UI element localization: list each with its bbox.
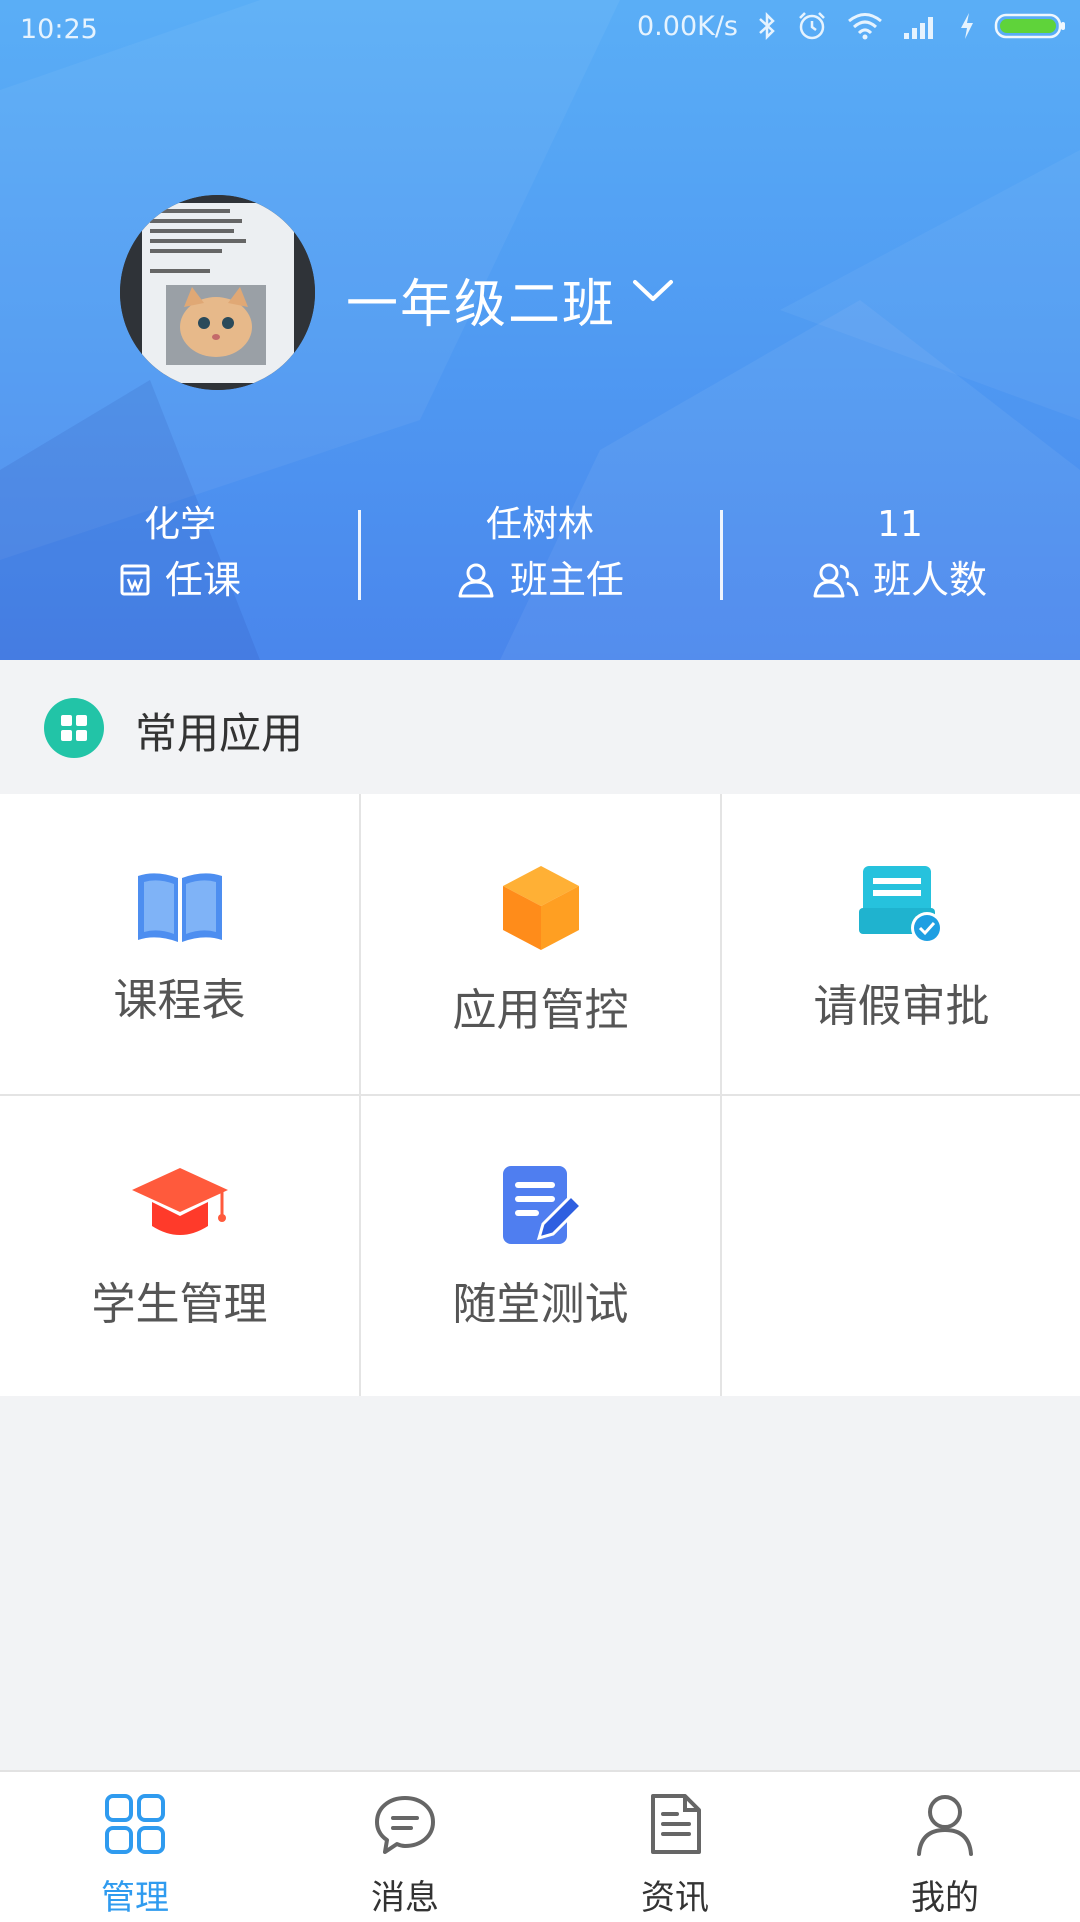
app-label: 应用管控	[452, 985, 629, 1036]
stat-class-size-label: 班人数	[872, 558, 987, 602]
stat-class-size: 11 班人数	[720, 500, 1080, 610]
app-label: 学生管理	[91, 1279, 268, 1330]
tab-label: 资讯	[641, 1878, 709, 1918]
stat-class-size-value: 11	[877, 504, 923, 545]
document-pen-icon	[502, 1166, 583, 1244]
bluetooth-icon	[759, 11, 775, 41]
wifi-icon	[848, 13, 882, 40]
tab-manage[interactable]: 管理	[0, 1772, 270, 1922]
alarm-icon	[799, 12, 825, 40]
app-leave-approval[interactable]: 请假审批	[722, 794, 1080, 1094]
tab-label: 我的	[911, 1878, 979, 1918]
network-speed: 0.00K/s	[637, 10, 738, 42]
app-app-control[interactable]: 应用管控	[361, 794, 720, 1094]
stat-head-teacher-value: 任树林	[485, 504, 594, 545]
signal-icon	[904, 17, 933, 39]
bottom-tab-bar: 管理 消息 资讯 我的	[0, 1770, 1080, 1922]
app-label: 请假审批	[813, 981, 990, 1032]
grid-icon	[105, 1794, 165, 1854]
apps-grid-icon	[44, 698, 104, 758]
charging-icon	[961, 13, 973, 39]
graduation-cap-icon	[131, 1168, 228, 1235]
user-icon	[917, 1795, 973, 1856]
person-icon	[458, 563, 494, 598]
chevron-down-icon[interactable]	[632, 278, 674, 304]
class-avatar[interactable]	[120, 195, 315, 390]
common-apps-header: 常用应用	[0, 660, 1080, 794]
people-icon	[813, 563, 859, 598]
stat-subject: 化学 任课	[0, 500, 360, 610]
stat-subject-label: 任课	[164, 558, 241, 602]
status-bar: 10:25 0.00K/s	[0, 0, 1080, 60]
tab-profile[interactable]: 我的	[810, 1772, 1080, 1922]
battery-icon	[994, 13, 1065, 39]
tab-messages[interactable]: 消息	[270, 1772, 540, 1922]
section-title: 常用应用	[135, 709, 304, 758]
approval-icon	[858, 866, 943, 944]
tab-label: 消息	[371, 1878, 439, 1918]
tab-news[interactable]: 资讯	[540, 1772, 810, 1922]
open-book-icon	[137, 873, 222, 942]
stat-subject-value: 化学	[143, 504, 216, 545]
news-icon	[651, 1794, 701, 1854]
avatar-image	[120, 195, 315, 390]
app-label: 课程表	[113, 975, 246, 1026]
app-timetable[interactable]: 课程表	[0, 794, 359, 1094]
app-class-quiz[interactable]: 随堂测试	[361, 1096, 720, 1396]
apps-grid: 课程表 应用管控 请假审批 学生管理 随堂测试	[0, 794, 1080, 1396]
stat-head-teacher: 任树林 班主任	[360, 500, 720, 610]
tab-label: 管理	[101, 1878, 169, 1918]
cube-icon	[502, 866, 579, 950]
book-frame-icon	[120, 564, 150, 596]
empty-cell	[722, 1096, 1080, 1396]
status-time: 10:25	[20, 14, 98, 45]
grid-divider	[0, 1094, 1080, 1096]
stat-head-teacher-label: 班主任	[509, 558, 624, 602]
app-student-management[interactable]: 学生管理	[0, 1096, 359, 1396]
chat-icon	[375, 1796, 435, 1854]
class-header: 10:25 0.00K/s 一年级二班 化学 任课 任树林 班主任 11 班人数	[0, 0, 1080, 660]
app-label: 随堂测试	[452, 1279, 629, 1330]
class-name-title[interactable]: 一年级二班	[346, 262, 616, 337]
